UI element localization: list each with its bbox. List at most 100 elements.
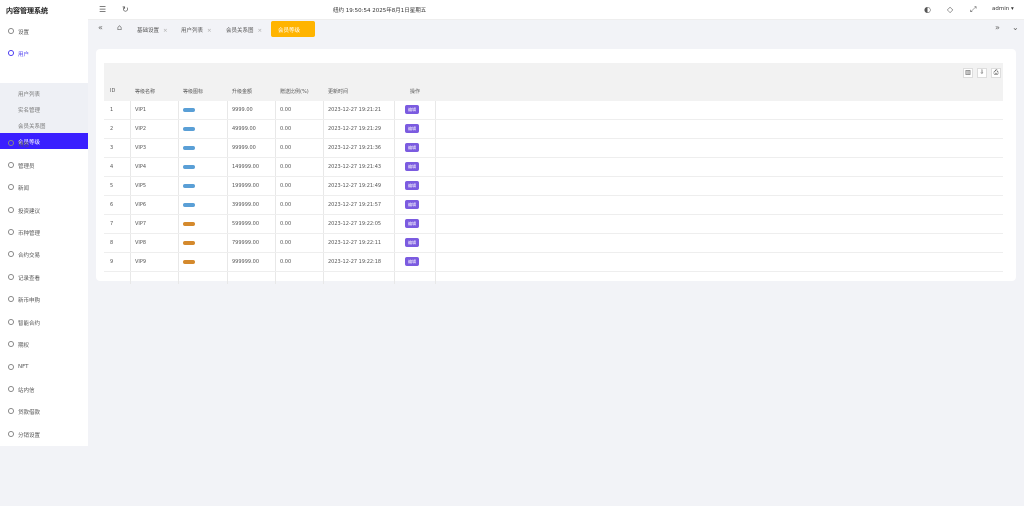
sidebar-item-coins[interactable]: 币种管理 — [0, 222, 88, 244]
sidebar-item-advice[interactable]: 投资建议 — [0, 200, 88, 222]
sidebar-item-label: 设置 — [18, 30, 30, 36]
sidebar-item-label: 新币申购 — [18, 298, 41, 304]
edit-button[interactable]: 编辑 — [405, 219, 419, 228]
sidebar-item-contracts[interactable]: 合约交易 — [0, 244, 88, 266]
cell-id: 3 — [110, 145, 114, 151]
app-title: 内容管理系统 — [0, 0, 88, 20]
edit-button[interactable]: 编辑 — [405, 181, 419, 190]
sidebar-item-label: 管理员 — [18, 164, 35, 170]
submenu-relations[interactable]: 会员关系图 — [0, 117, 88, 133]
edit-button[interactable]: 编辑 — [405, 162, 419, 171]
sidebar-item-ipo[interactable]: 新币申购 — [0, 289, 88, 311]
home-icon[interactable]: ⌂ — [117, 23, 122, 32]
submenu-user-list[interactable]: 用户列表 — [0, 85, 88, 101]
sidebar-item-options[interactable]: 期权 — [0, 334, 88, 356]
cell-bonus-ratio: 0.00 — [280, 145, 292, 151]
sidebar-item-label: 分销设置 — [18, 433, 41, 439]
close-icon[interactable]: × — [258, 28, 263, 34]
cell-updated-time: 2023-12-27 19:22:05 — [328, 221, 382, 227]
cell-upgrade-amount: 399999.00 — [232, 202, 260, 208]
sidebar-item-label: 智能合约 — [18, 321, 41, 327]
sidebar-item-loans[interactable]: 贷款借款 — [0, 401, 88, 423]
table-row: 9 VIP9 999999.00 0.00 2023-12-27 19:22:18 编辑 — [104, 253, 1003, 272]
table-row: 4 VIP4 149999.00 0.00 2023-12-27 19:21:43 编辑 — [104, 158, 1003, 177]
top-bar: ☰ ↻ 纽约 19:50:54 2025年8月1日星期五 ◐ ◇ ⤢ admin… — [88, 0, 1024, 20]
columns-filter-icon[interactable]: ▥ — [963, 68, 973, 78]
sidebar-item-wallet[interactable]: 钱包 — [0, 133, 88, 155]
tab-user-list[interactable]: 用户列表 × — [181, 21, 212, 37]
tab-basic-settings[interactable]: 基础设置 × — [137, 21, 168, 37]
ipo-icon — [8, 296, 14, 302]
cell-level-name: VIP5 — [135, 183, 147, 189]
sidebar-item-distribution[interactable]: 分销设置 — [0, 424, 88, 446]
submenu-label: 实名管理 — [18, 108, 41, 114]
cell-updated-time: 2023-12-27 19:21:49 — [328, 183, 382, 189]
datetime: 纽约 19:50:54 2025年8月1日星期五 — [333, 8, 427, 14]
loan-icon — [8, 408, 14, 414]
refresh-icon[interactable]: ↻ — [122, 5, 129, 14]
edit-button[interactable]: 编辑 — [405, 143, 419, 152]
sidebar-item-records[interactable]: 记录查看 — [0, 267, 88, 289]
menu-toggle-icon[interactable]: ☰ — [99, 5, 106, 14]
cell-bonus-ratio: 0.00 — [280, 126, 292, 132]
level-icon — [183, 222, 195, 226]
print-icon[interactable]: ⎙ — [991, 68, 1001, 78]
tab-member-relations[interactable]: 会员关系图 × — [226, 21, 262, 37]
cell-id: 7 — [110, 221, 114, 227]
column-header: 操作 — [410, 89, 421, 95]
tab-label: 会员等级 — [278, 28, 301, 34]
cell-id: 1 — [110, 107, 114, 113]
sidebar-item-messages[interactable]: 站内信 — [0, 379, 88, 401]
records-icon — [8, 274, 14, 280]
tabs-scroll-right-icon[interactable]: » — [995, 23, 1000, 32]
cell-bonus-ratio: 0.00 — [280, 240, 292, 246]
news-icon — [8, 184, 14, 190]
cell-bonus-ratio: 0.00 — [280, 202, 292, 208]
edit-button[interactable]: 编辑 — [405, 105, 419, 114]
column-header: 升级金额 — [232, 89, 253, 95]
theme-icon[interactable]: ◐ — [924, 5, 931, 14]
cell-upgrade-amount: 199999.00 — [232, 183, 260, 189]
cell-upgrade-amount: 999999.00 — [232, 259, 260, 265]
table-row: 6 VIP6 399999.00 0.00 2023-12-27 19:21:57 编辑 — [104, 196, 1003, 215]
column-header: 等级名称 — [135, 89, 156, 95]
cell-bonus-ratio: 0.00 — [280, 259, 292, 265]
sidebar-item-news[interactable]: 新闻 — [0, 177, 88, 199]
cell-level-name: VIP9 — [135, 259, 147, 265]
sidebar-item-settings[interactable]: 设置 — [0, 21, 88, 43]
sidebar-item-smart-contract[interactable]: 智能合约 — [0, 312, 88, 334]
cell-upgrade-amount: 149999.00 — [232, 164, 260, 170]
cell-upgrade-amount: 9999.00 — [232, 107, 253, 113]
cell-updated-time: 2023-12-27 19:22:18 — [328, 259, 382, 265]
user-menu[interactable]: admin ▾ — [992, 6, 1014, 12]
admin-icon — [8, 162, 14, 168]
cell-upgrade-amount: 599999.00 — [232, 221, 260, 227]
export-icon[interactable]: ⇩ — [977, 68, 987, 78]
sidebar-item-nft[interactable]: NFT — [0, 357, 88, 379]
close-icon[interactable]: × — [207, 28, 212, 34]
edit-button[interactable]: 编辑 — [405, 124, 419, 133]
cell-updated-time: 2023-12-27 19:21:43 — [328, 164, 382, 170]
fullscreen-icon[interactable]: ⤢ — [970, 5, 976, 15]
submenu-kyc[interactable]: 实名管理 — [0, 101, 88, 117]
table-header: ID 等级名称 等级图标 升级金额 赠送比例(%) 更新时间 操作 — [104, 63, 1003, 101]
tabs-scroll-left-icon[interactable]: « — [98, 23, 103, 32]
cell-updated-time: 2023-12-27 19:21:21 — [328, 107, 382, 113]
close-icon[interactable]: × — [163, 28, 168, 34]
tab-member-levels[interactable]: 会员等级 — [271, 21, 315, 37]
edit-button[interactable]: 编辑 — [405, 257, 419, 266]
table-row: 8 VIP8 799999.00 0.00 2023-12-27 19:22:11 编辑 — [104, 234, 1003, 253]
user-icon — [8, 50, 14, 56]
sidebar-item-users[interactable]: 用户 — [0, 43, 88, 65]
chevron-down-icon[interactable]: ⌄ — [1012, 23, 1019, 32]
cell-level-name: VIP7 — [135, 221, 147, 227]
edit-button[interactable]: 编辑 — [405, 200, 419, 209]
tag-icon[interactable]: ◇ — [947, 5, 953, 14]
edit-button[interactable]: 编辑 — [405, 238, 419, 247]
cell-upgrade-amount: 49999.00 — [232, 126, 256, 132]
cell-updated-time: 2023-12-27 19:22:11 — [328, 240, 382, 246]
level-icon — [183, 127, 195, 131]
sidebar-item-admins[interactable]: 管理员 — [0, 155, 88, 177]
cell-updated-time: 2023-12-27 19:21:57 — [328, 202, 382, 208]
cell-id: 9 — [110, 259, 114, 265]
